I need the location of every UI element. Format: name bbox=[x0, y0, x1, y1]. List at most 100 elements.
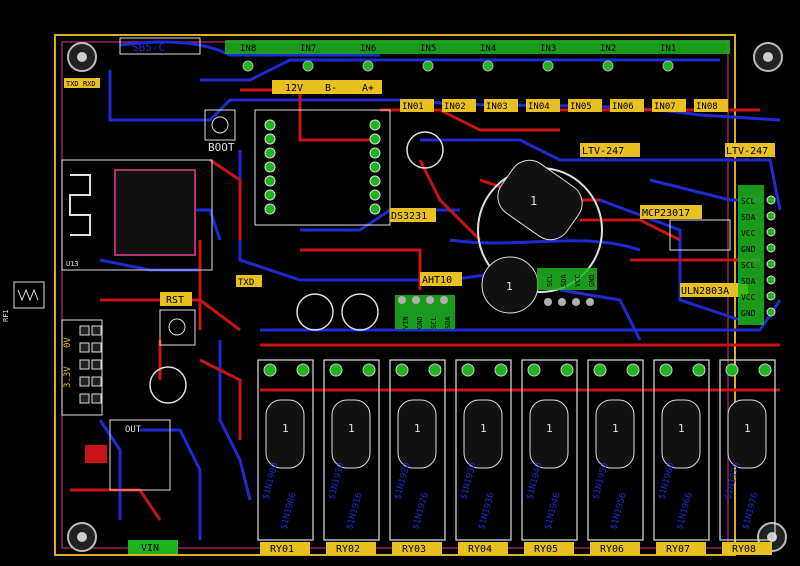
relay-diode-b: $1N1976 bbox=[741, 492, 760, 531]
driver-pin bbox=[264, 161, 276, 173]
i2c-pin-label: VCC bbox=[741, 229, 756, 238]
i2c-pin bbox=[766, 259, 776, 269]
relay-diode-a: $1N1930 bbox=[459, 462, 478, 501]
relay-label: RY07 bbox=[666, 544, 690, 555]
aht-pin-label: GND bbox=[416, 316, 424, 329]
left-header-pin bbox=[91, 393, 102, 404]
relay-pin bbox=[659, 363, 673, 377]
pcb-layout: IN8 IN7 IN6 IN5 IN4 IN3 IN2 IN1 IN01 IN02 IN03 IN0… bbox=[2, 34, 787, 556]
relay-pin bbox=[560, 363, 574, 377]
left-header-pin bbox=[91, 376, 102, 387]
i2c-pin bbox=[766, 291, 776, 301]
relay-marker: 1 bbox=[678, 422, 685, 435]
opto-label: IN05 bbox=[570, 102, 592, 112]
input-terminal-label: IN5 bbox=[420, 44, 436, 54]
relay-diode-a: $1N1960 bbox=[657, 462, 676, 501]
relay-diode-b: $1N1936 bbox=[477, 492, 496, 531]
i2c-pin-label: SCL bbox=[741, 197, 756, 206]
input-terminal-label: IN7 bbox=[300, 44, 316, 54]
driver-pin bbox=[264, 175, 276, 187]
input-terminal-pad bbox=[662, 60, 674, 72]
left-pin-header: 0V 3.3V bbox=[61, 319, 103, 416]
driver-module bbox=[254, 109, 391, 226]
driver-pin bbox=[264, 189, 276, 201]
relay-diode-a: $1N1970 bbox=[723, 462, 742, 501]
i2c-pin bbox=[766, 211, 776, 221]
input-terminal-pad bbox=[302, 60, 314, 72]
relay-diode-a: $1N1910 bbox=[327, 462, 346, 501]
power-label-12v: 12V bbox=[285, 83, 303, 94]
driver-pin bbox=[369, 119, 381, 131]
rtc-pin bbox=[572, 298, 580, 306]
vin-terminal: VIN bbox=[128, 540, 178, 554]
input-terminal-pad bbox=[242, 60, 254, 72]
i2c-pin-label: SDA bbox=[741, 277, 756, 286]
boot-button: BOOT bbox=[204, 109, 236, 154]
rtc-pin-label: SDA bbox=[560, 274, 568, 287]
relay-marker: 1 bbox=[612, 422, 619, 435]
ltv-a-label: LTV-247 bbox=[582, 146, 624, 157]
left-header-0v: 0V bbox=[63, 337, 73, 348]
relay-diode-b: $1N1906 bbox=[279, 492, 298, 531]
input-terminal-label: IN6 bbox=[360, 44, 376, 54]
power-terminal: 12V B- A+ bbox=[272, 80, 382, 94]
rf1-label: RF1 bbox=[2, 309, 10, 322]
buzzer-marker: 1 bbox=[506, 280, 513, 293]
aht-pin bbox=[398, 296, 406, 304]
opto-label: IN02 bbox=[444, 102, 466, 112]
uart-rxd-label: RXD bbox=[83, 80, 96, 88]
relay-marker: 1 bbox=[414, 422, 421, 435]
relay-pin bbox=[527, 363, 541, 377]
driver-pin bbox=[369, 175, 381, 187]
driver-pin bbox=[264, 147, 276, 159]
rtc-pin bbox=[544, 298, 552, 306]
i2c-pin-label: GND bbox=[741, 245, 756, 254]
left-header-pin bbox=[79, 393, 90, 404]
left-header-pin bbox=[91, 359, 102, 370]
rtc-pin-label: GND bbox=[588, 274, 596, 287]
relay-label: RY01 bbox=[270, 544, 294, 555]
battery-marker: 1 bbox=[530, 194, 537, 208]
opto-label: IN04 bbox=[528, 102, 550, 112]
relay-diode-b: $1N1926 bbox=[411, 492, 430, 531]
relay-pin bbox=[725, 363, 739, 377]
input-terminal-pad bbox=[542, 60, 554, 72]
driver-pin bbox=[369, 133, 381, 145]
aht-pin bbox=[440, 296, 448, 304]
driver-pin bbox=[264, 119, 276, 131]
input-terminal-pad bbox=[362, 60, 374, 72]
opto-label: IN06 bbox=[612, 102, 634, 112]
power-label-b: B- bbox=[325, 83, 337, 94]
relay-diode-a: $1N1950 bbox=[591, 462, 610, 501]
relay-marker: 1 bbox=[744, 422, 751, 435]
rtc-pin bbox=[586, 298, 594, 306]
i2c-pin-label: SDA bbox=[741, 213, 756, 222]
opto-chip-a: LTV-247 bbox=[580, 143, 640, 157]
u13-label: U13 bbox=[66, 260, 79, 268]
relay-diode-a: $1N1900 bbox=[261, 462, 280, 501]
relay-marker: 1 bbox=[480, 422, 487, 435]
driver-pin bbox=[264, 203, 276, 215]
i2c-pin bbox=[766, 243, 776, 253]
ds3231-label: DS3231 bbox=[391, 211, 427, 222]
i2c-pin bbox=[766, 307, 776, 317]
vin-label: VIN bbox=[141, 543, 159, 554]
i2c-pin bbox=[766, 275, 776, 285]
opto-label: IN08 bbox=[696, 102, 718, 112]
uart-txd-label: TXD bbox=[66, 80, 79, 88]
i2c-pin-label: SCL bbox=[741, 261, 756, 270]
opto-label: IN03 bbox=[486, 102, 508, 112]
relay-pin bbox=[461, 363, 475, 377]
input-terminal-pad bbox=[482, 60, 494, 72]
driver-pin bbox=[369, 203, 381, 215]
aht10-label: AHT10 bbox=[422, 275, 452, 286]
rtc-pin-label: SCL bbox=[546, 274, 554, 287]
relay-driver: ULN2803A bbox=[680, 283, 748, 297]
uln-label: ULN2803A bbox=[681, 286, 729, 297]
input-terminal-label: IN2 bbox=[600, 44, 616, 54]
aht-pin-label: SCL bbox=[430, 316, 438, 329]
txd-marker: TXD bbox=[236, 275, 262, 288]
relay-pin bbox=[626, 363, 640, 377]
relay-label: RY02 bbox=[336, 544, 360, 555]
boot-label: BOOT bbox=[208, 141, 235, 154]
